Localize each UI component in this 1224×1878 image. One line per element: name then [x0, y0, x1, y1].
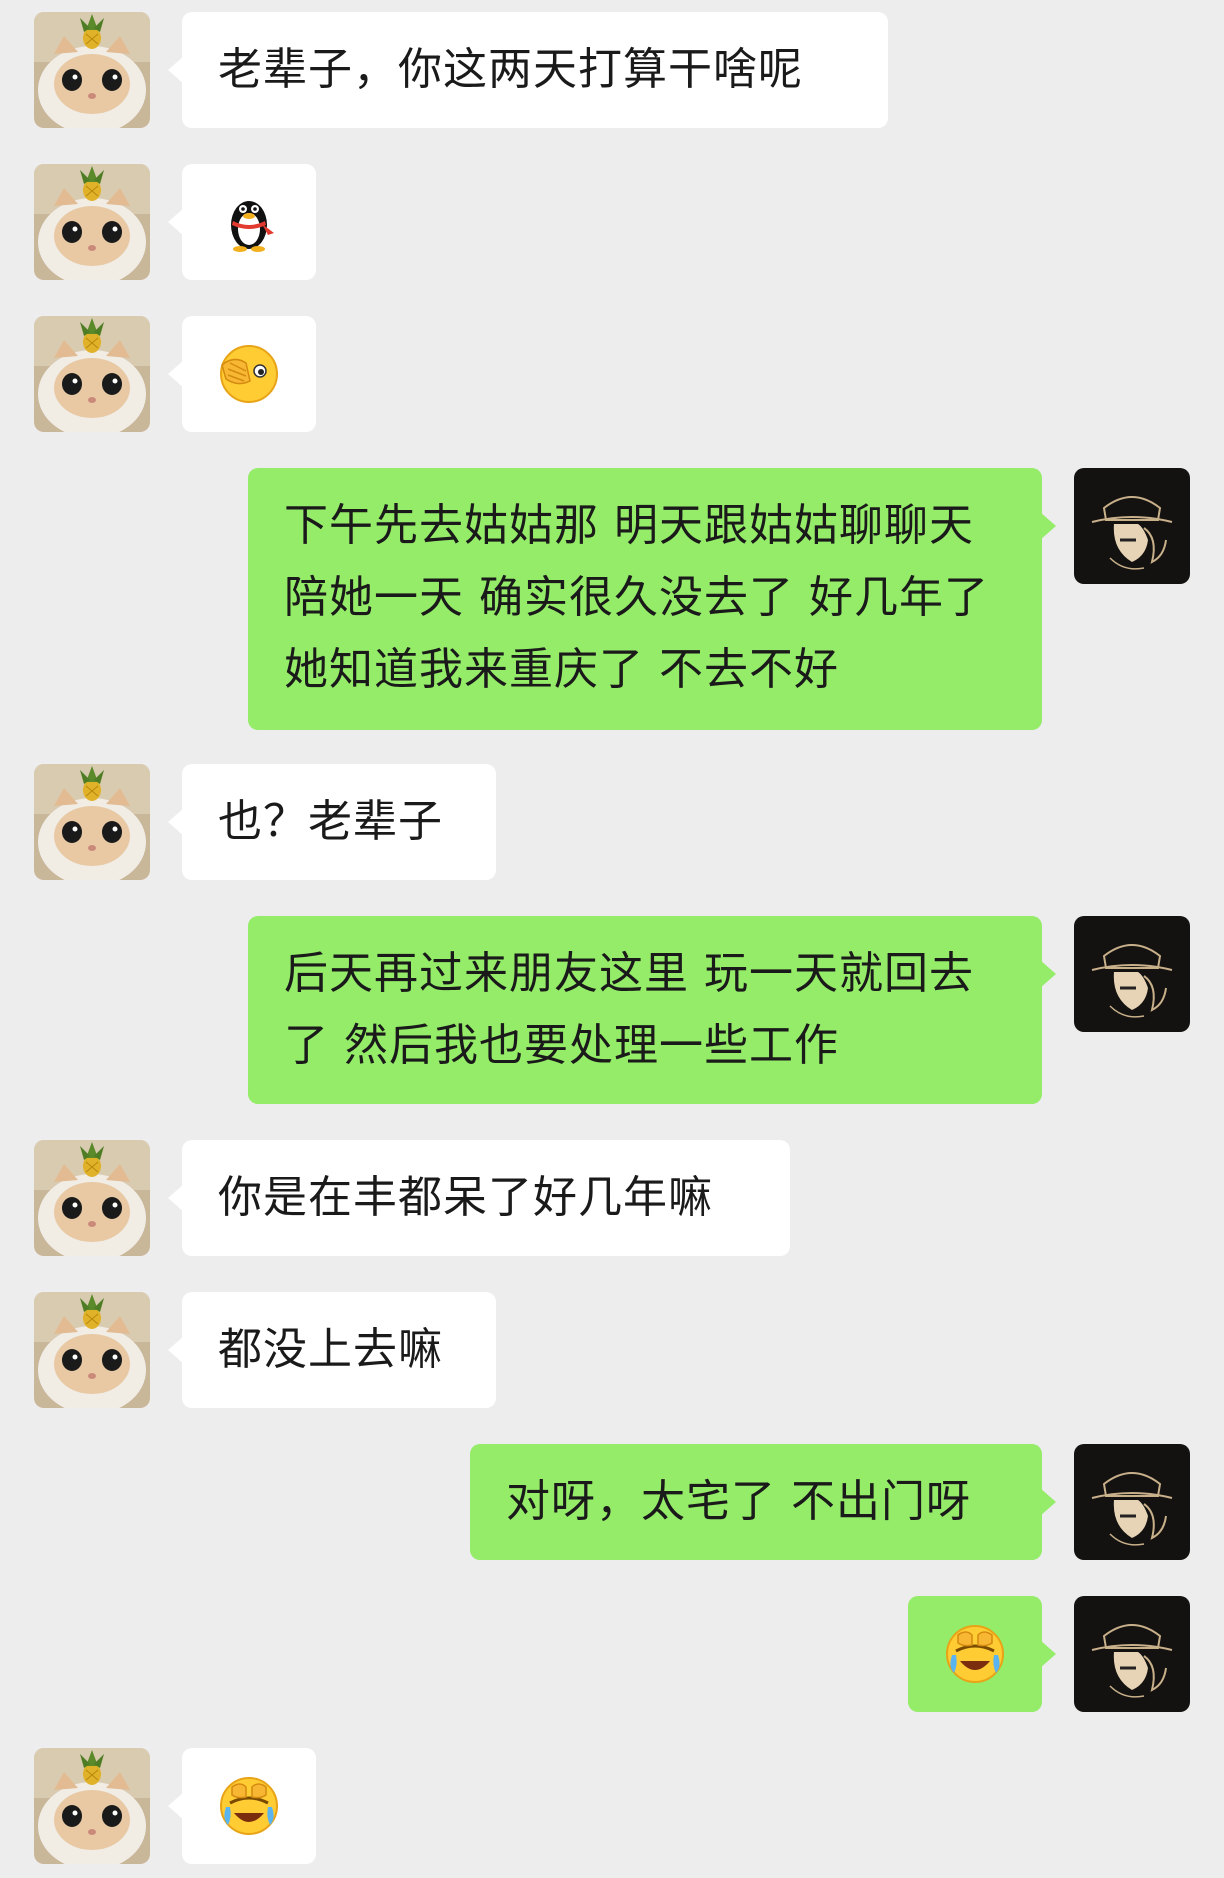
message-row: 后天再过来朋友这里 玩一天就回去了 然后我也要处理一些工作	[0, 916, 1224, 1104]
message-bubble[interactable]	[168, 316, 316, 432]
facepalm-peek-icon	[220, 345, 278, 403]
self-avatar[interactable]	[1074, 1596, 1190, 1712]
contact-avatar[interactable]	[34, 164, 150, 280]
contact-avatar[interactable]	[34, 1292, 150, 1408]
self-avatar[interactable]	[1074, 916, 1190, 1032]
message-row: 老辈子，你这两天打算干啥呢	[0, 12, 1224, 128]
message-text: 下午先去姑姑那 明天跟姑姑聊聊天 陪她一天 确实很久没去了 好几年了 她知道我来…	[284, 500, 1004, 695]
message-bubble[interactable]: 下午先去姑姑那 明天跟姑姑聊聊天 陪她一天 确实很久没去了 好几年了 她知道我来…	[248, 468, 1056, 730]
message-bubble[interactable]	[908, 1596, 1056, 1712]
message-row	[0, 1748, 1224, 1864]
message-bubble[interactable]: 后天再过来朋友这里 玩一天就回去了 然后我也要处理一些工作	[248, 916, 1056, 1104]
message-text: 你是在丰都呆了好几年嘛	[218, 1172, 713, 1223]
self-avatar[interactable]	[1074, 468, 1190, 584]
message-row	[0, 1596, 1224, 1712]
message-bubble[interactable]	[168, 1748, 316, 1864]
chat-message-list: 老辈子，你这两天打算干啥呢 下午先去姑姑那 明天跟姑姑聊聊天 陪她一天 确实很久…	[0, 0, 1224, 1878]
message-row: 对呀，太宅了 不出门呀	[0, 1444, 1224, 1560]
message-row	[0, 316, 1224, 432]
message-row: 下午先去姑姑那 明天跟姑姑聊聊天 陪她一天 确实很久没去了 好几年了 她知道我来…	[0, 468, 1224, 730]
contact-avatar[interactable]	[34, 764, 150, 880]
message-text: 后天再过来朋友这里 玩一天就回去了 然后我也要处理一些工作	[284, 948, 974, 1071]
message-bubble[interactable]: 老辈子，你这两天打算干啥呢	[168, 12, 888, 128]
penguin-icon	[231, 201, 274, 252]
laugh-cry-cover-icon	[946, 1625, 1004, 1683]
message-text: 对呀，太宅了 不出门呀	[506, 1476, 971, 1527]
message-bubble[interactable]: 都没上去嘛	[168, 1292, 496, 1408]
message-text: 都没上去嘛	[218, 1324, 443, 1375]
message-text: 老辈子，你这两天打算干啥呢	[218, 44, 803, 95]
message-row: 你是在丰都呆了好几年嘛	[0, 1140, 1224, 1256]
message-row	[0, 164, 1224, 280]
contact-avatar[interactable]	[34, 1748, 150, 1864]
laugh-cry-cover-icon	[220, 1777, 278, 1835]
message-bubble[interactable]: 对呀，太宅了 不出门呀	[470, 1444, 1056, 1560]
message-row: 也？老辈子	[0, 764, 1224, 880]
contact-avatar[interactable]	[34, 316, 150, 432]
contact-avatar[interactable]	[34, 12, 150, 128]
message-row: 都没上去嘛	[0, 1292, 1224, 1408]
message-text: 也？老辈子	[218, 796, 443, 847]
message-bubble[interactable]	[168, 164, 316, 280]
self-avatar[interactable]	[1074, 1444, 1190, 1560]
contact-avatar[interactable]	[34, 1140, 150, 1256]
message-bubble[interactable]: 也？老辈子	[168, 764, 496, 880]
message-bubble[interactable]: 你是在丰都呆了好几年嘛	[168, 1140, 790, 1256]
